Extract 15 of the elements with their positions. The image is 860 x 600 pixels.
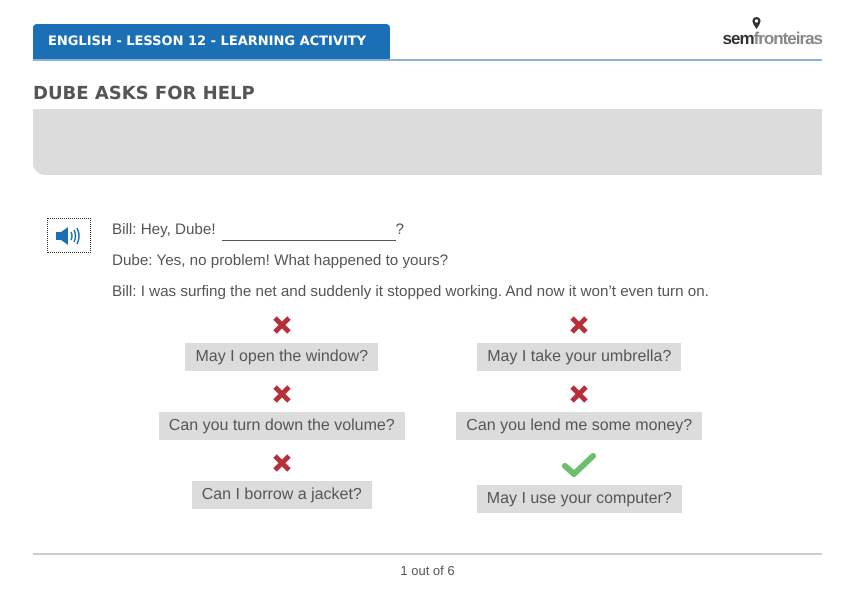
logo: semfronteiras <box>722 29 822 49</box>
pin-icon <box>752 17 761 29</box>
answer-option[interactable]: Can you lend me some money? <box>456 412 702 440</box>
answer-option[interactable]: May I use your computer? <box>476 485 682 513</box>
activity-title: DUBE ASKS FOR HELP <box>33 83 256 104</box>
question-mark: ? <box>396 220 404 240</box>
answer-option[interactable]: May I take your umbrella? <box>477 343 682 371</box>
answer-option[interactable]: May I open the window? <box>185 343 378 371</box>
dialogue-line: Bill: Hey, Dube! <box>112 220 216 240</box>
audio-button[interactable] <box>47 218 91 253</box>
answer-option[interactable]: Can I borrow a jacket? <box>192 481 372 509</box>
dialogue-line: Bill: I was surfing the net and suddenly it stopped working. And now it won’t even turn on. <box>112 282 709 302</box>
dialogue-line: Dube: Yes, no problem! What happened to yours? <box>112 251 448 271</box>
answer-option[interactable]: Can you turn down the volume? <box>158 412 405 440</box>
page-counter: 1 out of 6 <box>400 563 455 578</box>
